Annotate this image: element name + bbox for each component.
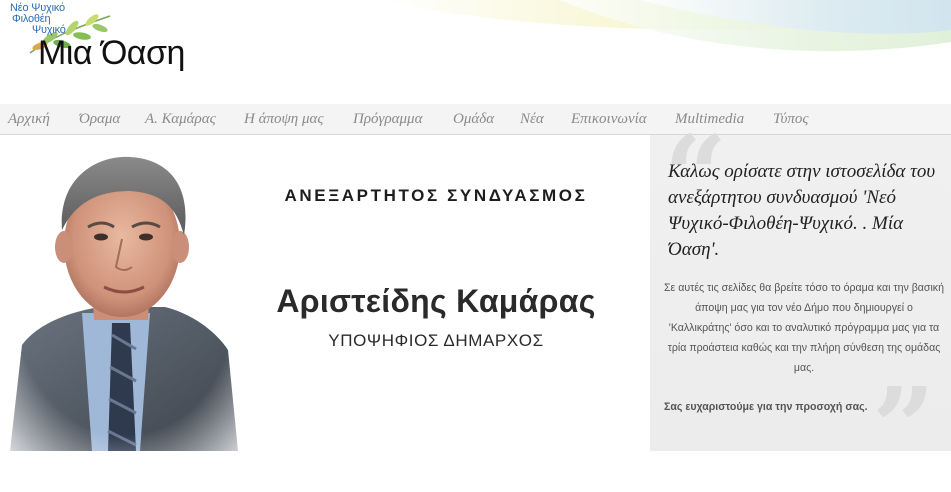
nav-item-press[interactable]: Τύπος xyxy=(773,111,809,128)
nav-item-our-view[interactable]: Η άποψη μας xyxy=(244,111,323,128)
slogan-heading: ΑΝΕΞΑΡΤΗΤΟΣ ΣΥΝΔΥΑΣΜΟΣ xyxy=(284,186,588,205)
welcome-body: Σε αυτές τις σελίδες θα βρείτε τόσο το ό… xyxy=(664,282,944,374)
nav-item-contact[interactable]: Επικοινωνία xyxy=(571,111,647,128)
nav-item-vision[interactable]: Όραμα xyxy=(79,111,120,128)
welcome-panel: “ ” Καλως ορίσατε στην ιστοσελίδα του αν… xyxy=(650,121,951,483)
nav-item-team[interactable]: Ομάδα xyxy=(453,111,494,128)
candidate-name: Αριστείδης Καμάρας xyxy=(276,283,596,319)
nav-item-home[interactable]: Αρχική xyxy=(8,111,50,128)
welcome-thanks: Σας ευχαριστούμε για την προσοχή σας. xyxy=(664,401,868,413)
nav-item-news[interactable]: Νέα xyxy=(520,111,544,128)
nav-item-program[interactable]: Πρόγραμμα xyxy=(353,111,422,128)
logo-main-text: Μια Όαση xyxy=(38,34,185,72)
nav-item-candidate[interactable]: Α. Καμάρας xyxy=(145,111,216,128)
welcome-title: Καλως ορίσατε στην ιστοσελίδα του ανεξάρ… xyxy=(668,161,936,260)
site-header: Νέο Ψυχικό Φιλοθέη Ψυχικό Μια Όαση xyxy=(0,0,951,104)
site-logo[interactable]: Νέο Ψυχικό Φιλοθέη Ψυχικό Μια Όαση xyxy=(8,0,208,80)
candidate-info: ΑΝΕΞΑΡΤΗΤΟΣ ΣΥΝΔΥΑΣΜΟΣ Αριστείδης Καμάρα… xyxy=(250,135,650,451)
candidate-portrait xyxy=(0,135,250,451)
hero-section: ΑΝΕΞΑΡΤΗΤΟΣ ΣΥΝΔΥΑΣΜΟΣ Αριστείδης Καμάρα… xyxy=(0,121,951,483)
candidate-role: ΥΠΟΨΗΦΙΟΣ ΔΗΜΑΡΧΟΣ xyxy=(328,331,544,350)
main-navigation: Αρχική Όραμα Α. Καμάρας Η άποψη μας Πρόγ… xyxy=(0,104,951,135)
close-quote-icon: ” xyxy=(872,363,936,492)
